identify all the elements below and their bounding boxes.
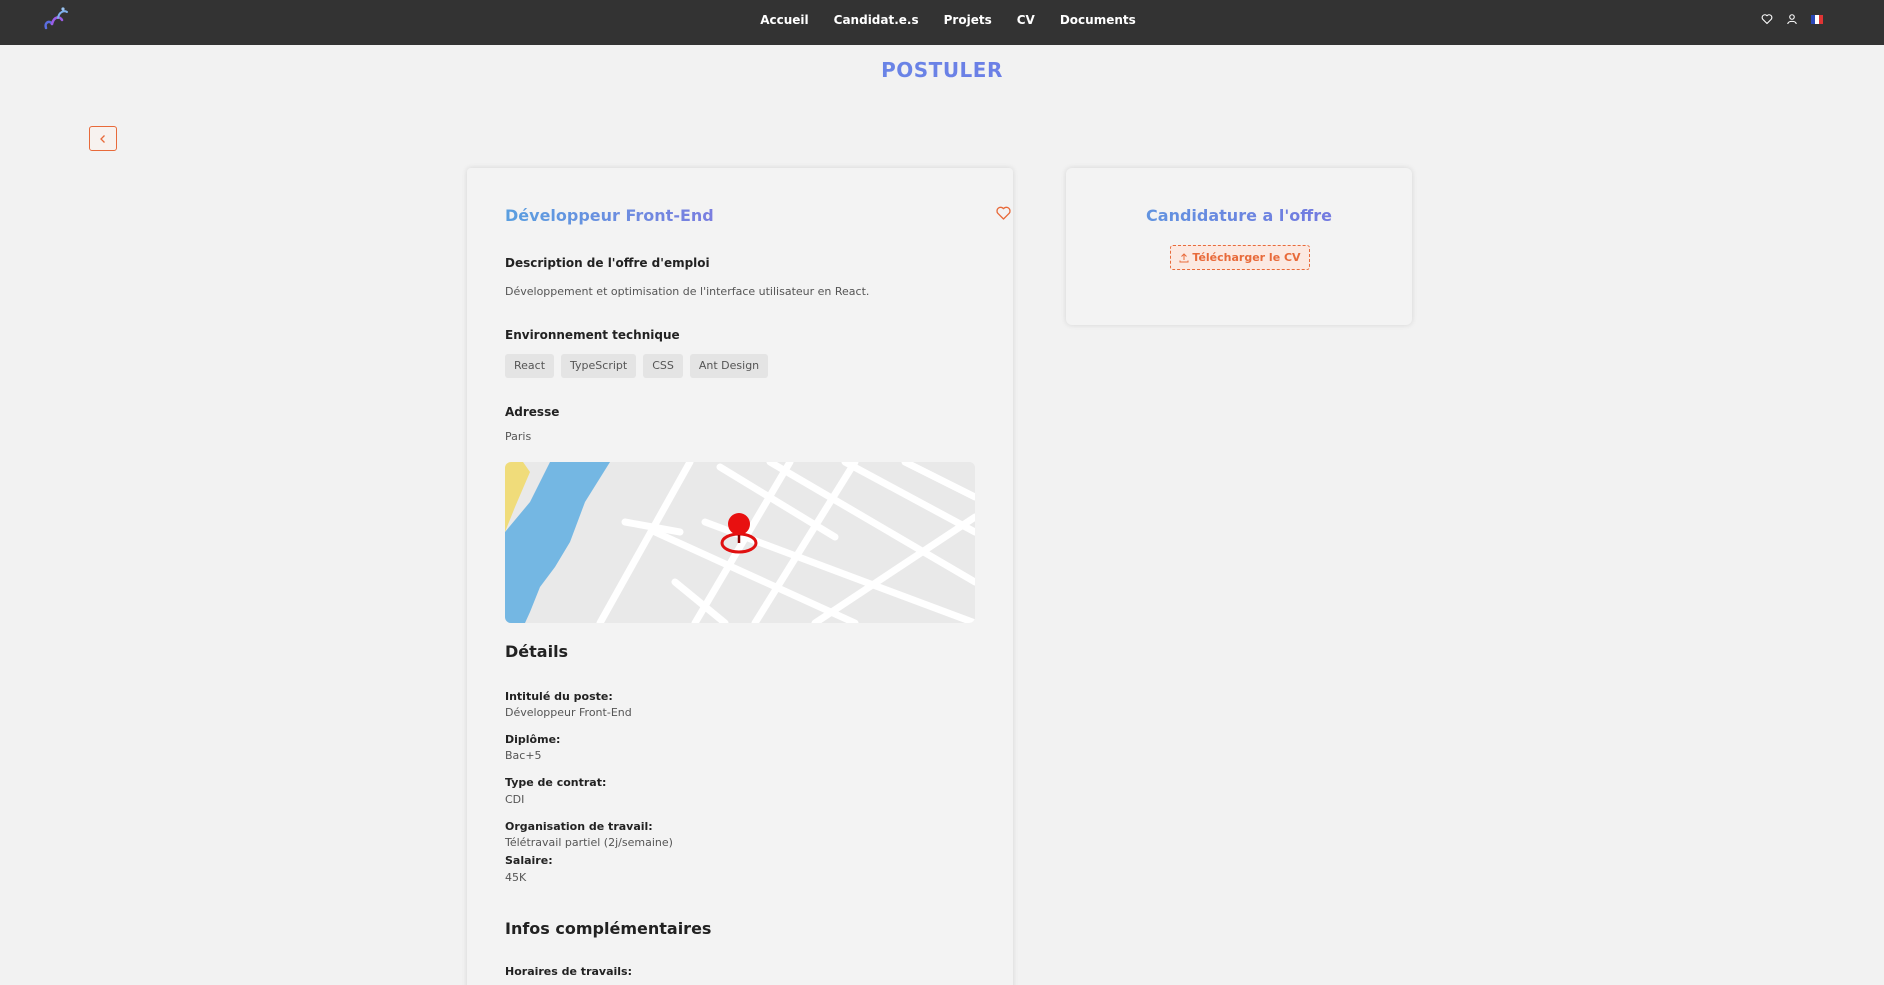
flag-fr-icon[interactable] bbox=[1811, 14, 1823, 24]
offer-card: Développeur Front-End Description de l'o… bbox=[467, 168, 1013, 985]
main-nav: Accueil Candidat.e.s Projets CV Document… bbox=[0, 0, 1884, 39]
detail-label-contrat: Type de contrat: bbox=[505, 776, 607, 789]
tech-tags: React TypeScript CSS Ant Design bbox=[505, 354, 769, 378]
upload-icon bbox=[1179, 252, 1189, 262]
detail-label-organisation: Organisation de travail: bbox=[505, 820, 653, 833]
description-text: Développement et optimisation de l'inter… bbox=[505, 285, 870, 298]
offer-title: Développeur Front-End bbox=[505, 206, 714, 225]
nav-item-accueil[interactable]: Accueil bbox=[760, 13, 808, 27]
heart-icon[interactable] bbox=[1761, 13, 1773, 25]
application-card: Candidature a l'offre Télécharger le CV bbox=[1066, 168, 1412, 325]
chevron-left-icon bbox=[100, 134, 105, 143]
top-navigation-bar: Accueil Candidat.e.s Projets CV Document… bbox=[0, 0, 1884, 45]
download-cv-button[interactable]: Télécharger le CV bbox=[1170, 245, 1310, 270]
address-text: Paris bbox=[505, 430, 532, 443]
address-label: Adresse bbox=[505, 405, 560, 419]
tag-css: CSS bbox=[643, 354, 683, 378]
detail-value-salaire: 45K bbox=[505, 871, 527, 884]
detail-value-intitule: Développeur Front-End bbox=[505, 706, 632, 719]
address-map[interactable] bbox=[505, 462, 975, 623]
detail-value-diplome: Bac+5 bbox=[505, 749, 542, 762]
tag-react: React bbox=[505, 354, 555, 378]
nav-item-cv[interactable]: CV bbox=[1017, 13, 1035, 27]
detail-value-contrat: CDI bbox=[505, 793, 525, 806]
nav-item-documents[interactable]: Documents bbox=[1060, 13, 1136, 27]
page-title: POSTULER bbox=[0, 58, 1884, 82]
description-label: Description de l'offre d'emploi bbox=[505, 256, 710, 270]
extra-info-heading: Infos complémentaires bbox=[505, 919, 712, 938]
environment-label: Environnement technique bbox=[505, 328, 680, 342]
nav-item-projets[interactable]: Projets bbox=[944, 13, 992, 27]
favorite-heart-icon[interactable] bbox=[995, 205, 1012, 221]
nav-item-candidats[interactable]: Candidat.e.s bbox=[834, 13, 919, 27]
detail-label-diplome: Diplôme: bbox=[505, 733, 561, 746]
back-button[interactable] bbox=[89, 126, 117, 151]
download-cv-label: Télécharger le CV bbox=[1192, 251, 1301, 264]
tag-typescript: TypeScript bbox=[561, 354, 637, 378]
details-heading: Détails bbox=[505, 642, 569, 661]
detail-label-salaire: Salaire: bbox=[505, 854, 553, 867]
application-title: Candidature a l'offre bbox=[1066, 206, 1412, 225]
top-icons bbox=[1761, 13, 1823, 25]
detail-value-organisation: Télétravail partiel (2j/semaine) bbox=[505, 836, 673, 849]
detail-label-horaires: Horaires de travails: bbox=[505, 965, 632, 978]
detail-label-intitule: Intitulé du poste: bbox=[505, 690, 613, 703]
user-icon[interactable] bbox=[1786, 13, 1798, 25]
tag-ant-design: Ant Design bbox=[689, 354, 769, 378]
